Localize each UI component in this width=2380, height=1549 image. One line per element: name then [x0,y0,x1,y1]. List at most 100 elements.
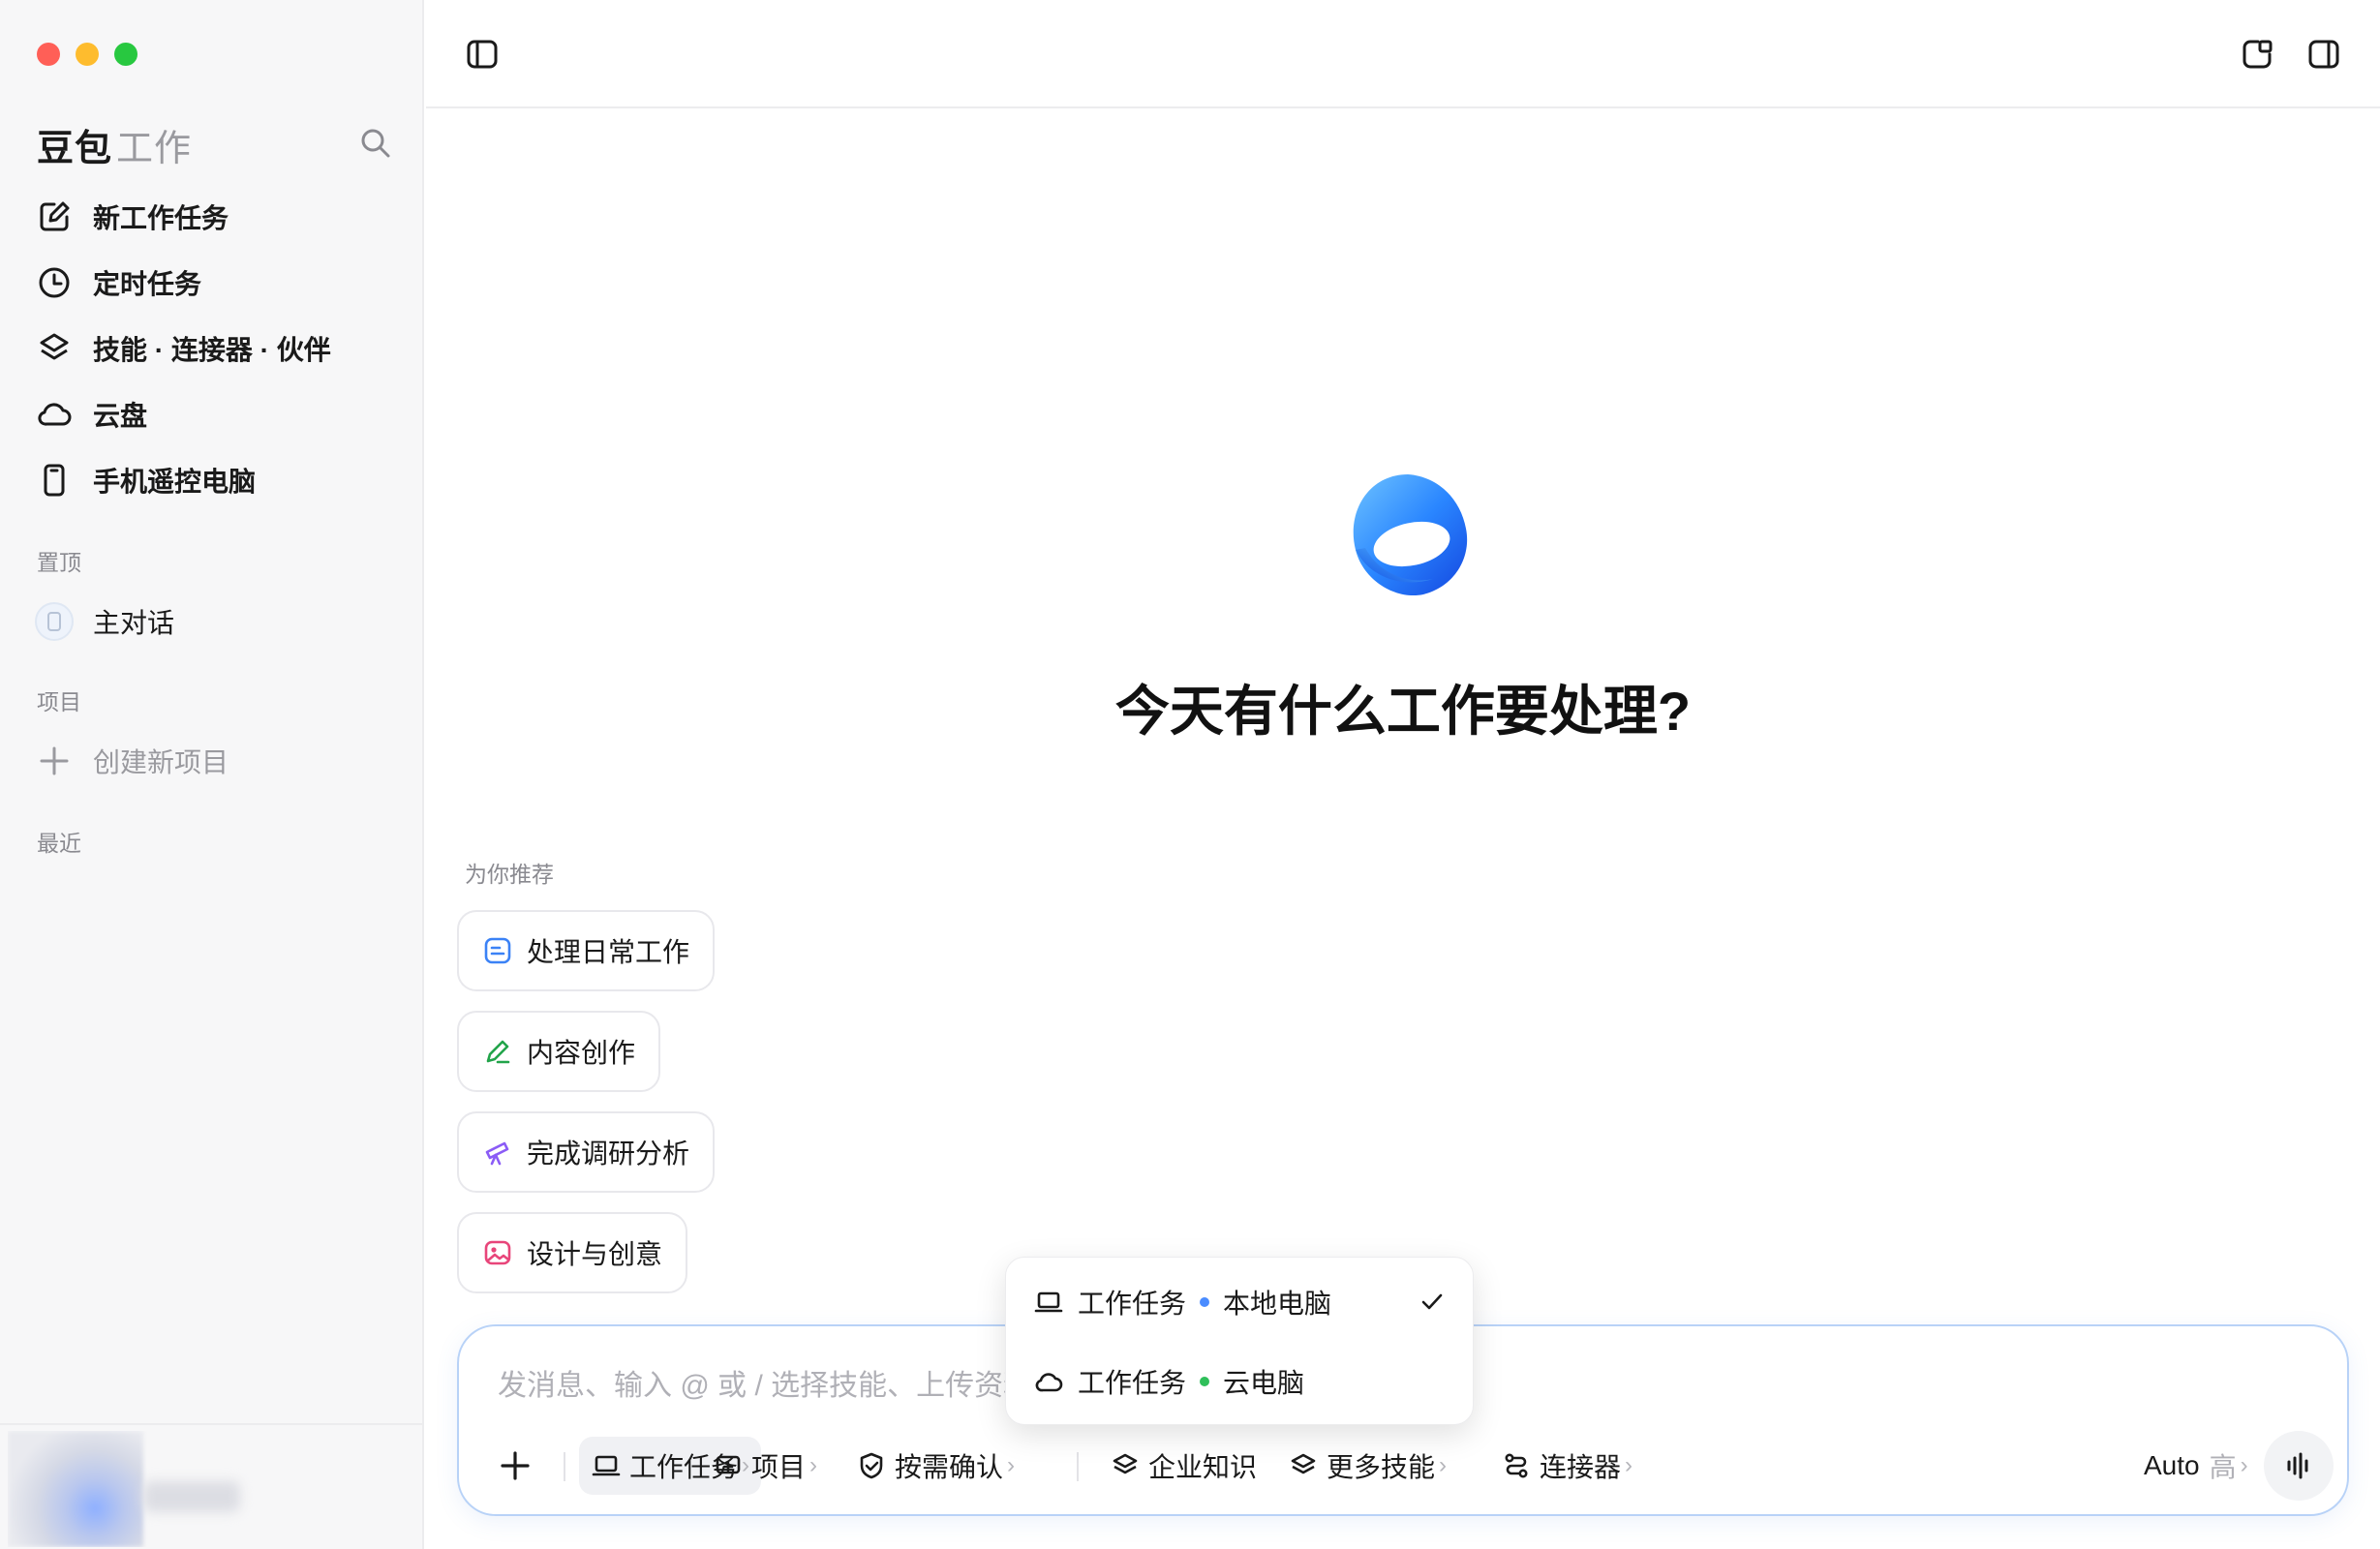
sidebar-item-phone-remote[interactable]: 手机遥控电脑 [21,447,405,513]
voice-input-button[interactable] [2264,1431,2334,1501]
projects-section-title: 项目 [37,689,81,714]
more-skills-selector[interactable]: 更多技能 › [1276,1437,1458,1495]
toggle-sidebar-icon[interactable] [463,35,502,74]
confirm-mode-label: 按需确认 [895,1452,1004,1482]
sidebar-item-cloud-drive[interactable]: 云盘 [21,381,405,447]
plus-icon [501,1451,530,1480]
effort-label: 高 [2209,1452,2237,1482]
chip-label: 内容创作 [527,1038,636,1068]
window-controls [37,43,137,66]
search-icon[interactable] [356,124,395,163]
project-label: 项目 [751,1452,807,1482]
status-dot [1200,1297,1210,1307]
pinned-item-label: 主对话 [93,608,175,638]
pen-icon [482,1036,513,1067]
sidebar-item-label: 定时任务 [93,269,202,299]
toolbar-divider [1077,1452,1079,1481]
connector-label: 连接器 [1540,1452,1622,1482]
toolbar-divider [564,1452,565,1481]
close-window-button[interactable] [37,43,60,66]
brand-subtitle: 工作 [116,129,193,169]
suggestion-chip-design[interactable]: 设计与创意 [457,1212,688,1293]
chevron-right-icon: › [2240,1452,2248,1478]
enterprise-knowledge-button[interactable]: 企业知识 [1098,1437,1268,1495]
recommend-title: 为你推荐 [465,862,554,887]
sidebar-item-new-task[interactable]: 新工作任务 [21,184,405,250]
dropdown-item-label: 工作任务 [1078,1289,1187,1319]
create-project-label: 创建新项目 [93,747,229,777]
minimize-window-button[interactable] [76,43,99,66]
checkmark-icon [1417,1287,1448,1318]
edit-icon [35,197,74,236]
chat-avatar-icon [35,602,74,641]
connector-selector[interactable]: 连接器 › [1489,1437,1644,1495]
app-brand: 豆包 工作 [37,118,192,171]
laptop-icon [591,1450,622,1481]
waveform-icon [2287,1452,2308,1479]
phone-icon [35,461,74,500]
pinned-section-title: 置顶 [37,550,81,575]
chip-label: 处理日常工作 [527,937,690,967]
page-headline: 今天有什么工作要处理? [1114,681,1692,742]
chip-label: 设计与创意 [527,1239,663,1269]
sidebar-divider [0,1423,424,1425]
clock-icon [35,263,74,302]
layers-icon [1288,1450,1319,1481]
top-bar [426,0,2380,108]
sidebar-item-label: 新工作任务 [93,203,229,233]
maximize-window-button[interactable] [114,43,137,66]
sidebar-nav: 新工作任务 定时任务 技能 · 连接器 · 伙伴 云盘 手机遥控电脑 [21,184,405,513]
cloud-icon [35,395,74,434]
chevron-right-icon: › [1439,1452,1448,1478]
sidebar: 豆包 工作 新工作任务 定时任务 技能 · 连接器 · 伙伴 云盘 手机遥控电脑… [0,0,424,1549]
status-dot [1200,1377,1210,1386]
mini-window-icon[interactable] [2239,35,2277,74]
dropdown-item-sublabel: 本地电脑 [1223,1289,1332,1319]
project-selector[interactable]: 项目 › [701,1437,829,1495]
shield-check-icon [856,1450,887,1481]
enterprise-knowledge-label: 企业知识 [1148,1452,1258,1482]
composer-toolbar: 工作任务 › 项目 › 按需确认 › 企业知识 更多技能 › 连接器 › Aut… [459,1431,2347,1501]
chevron-right-icon: › [1007,1452,1016,1478]
dropdown-item-sublabel: 云电脑 [1223,1368,1305,1398]
sidebar-item-skills[interactable]: 技能 · 连接器 · 伙伴 [21,316,405,381]
avatar [8,1431,143,1547]
more-skills-label: 更多技能 [1327,1452,1436,1482]
user-name-blurred [143,1481,240,1512]
connector-icon [1501,1450,1532,1481]
create-project-button[interactable]: 创建新项目 [21,730,405,792]
chevron-right-icon: › [809,1452,818,1478]
dropdown-item-local-computer[interactable]: 工作任务 本地电脑 [1006,1263,1475,1341]
sidebar-item-scheduled-task[interactable]: 定时任务 [21,250,405,316]
telescope-icon [482,1137,513,1168]
layers-icon [1110,1450,1141,1481]
toggle-right-panel-icon[interactable] [2304,35,2343,74]
image-icon [482,1237,513,1268]
cloud-icon [1033,1366,1064,1397]
task-mode-dropdown: 工作任务 本地电脑 工作任务 云电脑 [1005,1257,1474,1425]
laptop-icon [1033,1287,1064,1318]
project-icon [713,1450,744,1481]
model-selector[interactable]: Auto 高 › [2144,1437,2248,1495]
suggestion-chip-daily-work[interactable]: 处理日常工作 [457,910,716,991]
layers-icon [35,329,74,368]
brand-name: 豆包 [37,129,113,169]
main-area: 今天有什么工作要处理? 为你推荐 处理日常工作 内容创作 完成调研分析 设计与创… [426,0,2380,1549]
sidebar-item-label: 技能 · 连接器 · 伙伴 [93,335,331,365]
attach-button[interactable] [486,1437,544,1495]
user-profile[interactable] [8,1431,318,1547]
chip-label: 完成调研分析 [527,1139,690,1169]
pinned-item-main-chat[interactable]: 主对话 [21,591,405,653]
list-icon [482,935,513,966]
recent-section-title: 最近 [37,831,81,856]
model-label: Auto [2144,1450,2200,1480]
suggestion-chip-research[interactable]: 完成调研分析 [457,1111,716,1193]
suggestion-chip-content-creation[interactable]: 内容创作 [457,1011,661,1092]
dropdown-item-cloud-computer[interactable]: 工作任务 云电脑 [1006,1343,1475,1420]
dropdown-item-label: 工作任务 [1078,1368,1187,1398]
plus-icon [35,742,74,780]
chevron-right-icon: › [1625,1452,1633,1478]
confirm-mode-selector[interactable]: 按需确认 › [844,1437,1026,1495]
sidebar-item-label: 手机遥控电脑 [93,467,257,497]
app-logo-icon [1340,465,1476,608]
